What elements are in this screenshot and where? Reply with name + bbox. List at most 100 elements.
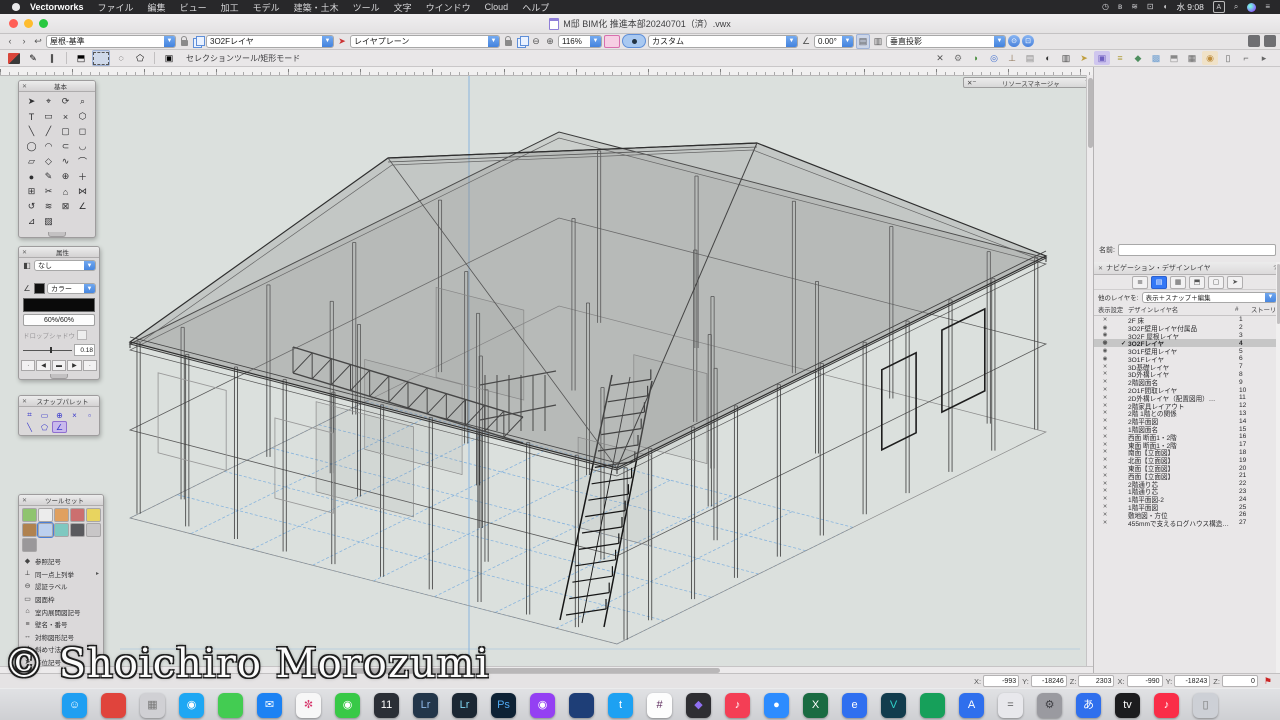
menu-item[interactable]: モデル xyxy=(253,1,280,14)
menu-item[interactable]: Vectorworks xyxy=(30,2,84,12)
pen-icon[interactable]: ∠ xyxy=(22,284,32,293)
resource-manager-titlebar[interactable]: ✕ − リソースマネージャ ? xyxy=(963,77,1086,88)
visibility-icon[interactable]: ✕ xyxy=(1098,481,1112,487)
dock-icon[interactable]: ● xyxy=(764,693,789,718)
dock-icon[interactable]: ▯ xyxy=(1193,693,1218,718)
tool-icon[interactable]: × xyxy=(57,109,74,124)
line-end-marker-button[interactable]: ▬ xyxy=(52,360,66,371)
sheet-layers-tab-icon[interactable]: ▦ xyxy=(1170,276,1186,289)
design-layers-tab-icon[interactable]: ▤ xyxy=(1151,276,1167,289)
palette-header[interactable]: ✕ 属性 xyxy=(19,247,99,258)
toolset-tool[interactable]: ◆ 参照記号 xyxy=(19,555,103,568)
toolset-category-icon[interactable] xyxy=(38,523,53,537)
drop-shadow-checkbox[interactable] xyxy=(77,330,87,340)
apple-menu-icon[interactable] xyxy=(12,3,20,11)
toolbar-icon[interactable]: ◆ xyxy=(1130,51,1146,65)
close-icon[interactable]: ✕ xyxy=(22,398,27,405)
line-thickness-slider[interactable] xyxy=(23,350,72,351)
visibility-icon[interactable]: ✕ xyxy=(1098,488,1112,494)
vertical-scrollbar[interactable] xyxy=(1086,75,1093,666)
snap-icon[interactable]: ╲ xyxy=(22,421,37,433)
dock-icon[interactable]: ◉ xyxy=(530,693,555,718)
dock-icon[interactable]: ◉ xyxy=(335,693,360,718)
visibility-icon[interactable]: ◉ xyxy=(1098,356,1112,362)
visibility-icon[interactable]: ✕ xyxy=(1098,410,1112,416)
tool-icon[interactable]: ◠ xyxy=(40,139,57,154)
column-number[interactable]: # xyxy=(1235,306,1251,313)
tool-icon[interactable]: ⟳ xyxy=(57,94,74,109)
references-tab-icon[interactable]: ➤ xyxy=(1227,276,1243,289)
palette-header[interactable]: ✕ ツールセット xyxy=(19,495,103,506)
wifi-icon[interactable]: ≋ xyxy=(1131,0,1138,14)
visibility-icon[interactable]: ✕ xyxy=(1098,371,1112,377)
line-thickness-value[interactable]: 0.18 xyxy=(74,344,95,356)
coordinate-value[interactable]: -18243 xyxy=(1174,675,1210,687)
pen-color-preview[interactable] xyxy=(23,298,95,312)
close-icon[interactable]: ✕ xyxy=(22,83,27,90)
render-style-icon[interactable]: ⊙ xyxy=(1008,35,1020,47)
menu-item[interactable]: ウインドウ xyxy=(426,1,471,14)
layer-row[interactable]: ✕ 455mmで支えるログハウス構造… 27 xyxy=(1094,519,1280,527)
tool-icon[interactable]: ⊂ xyxy=(57,139,74,154)
pen-style-dropdown[interactable]: カラー▼ xyxy=(47,283,96,294)
toolset-category-icon[interactable] xyxy=(22,508,37,522)
visibility-icon[interactable]: ✕ xyxy=(1098,496,1112,502)
visibility-icon[interactable]: ◉ xyxy=(1098,348,1112,354)
zoom-level-dropdown[interactable]: 116%▼ xyxy=(558,35,602,48)
menu-item[interactable]: 編集 xyxy=(148,1,166,14)
tool-icon[interactable]: ⌖ xyxy=(40,94,57,109)
navigation-header[interactable]: ✕ ナビゲーション・デザインレイヤ ? xyxy=(1094,262,1280,275)
toolbar-icon[interactable]: ▩ xyxy=(1148,51,1164,65)
tool-icon[interactable]: ✎ xyxy=(40,169,57,184)
dock-icon[interactable]: ♪ xyxy=(725,693,750,718)
visibility-icon[interactable]: ◉ xyxy=(1098,325,1112,331)
layer-list-scrollbar[interactable] xyxy=(1276,262,1280,673)
layer-plane-icon[interactable]: ➤ xyxy=(336,35,348,48)
toolset-category-icon[interactable] xyxy=(70,523,85,537)
column-story[interactable]: ストーリ xyxy=(1251,305,1277,314)
visibility-icon[interactable]: ✕ xyxy=(1098,465,1112,471)
alert-flag-icon[interactable]: ⚑ xyxy=(1264,676,1272,687)
line-end-marker-button[interactable]: · xyxy=(21,360,35,371)
dock-icon[interactable]: tv xyxy=(1115,693,1140,718)
visibility-icon[interactable]: ✕ xyxy=(1098,504,1112,510)
layer-view-icon[interactable]: ▥ xyxy=(872,35,884,48)
line-end-marker-button[interactable]: · xyxy=(83,360,97,371)
tool-icon[interactable]: ╲ xyxy=(23,124,40,139)
dock-icon[interactable]: ▦ xyxy=(140,693,165,718)
menu-item[interactable]: Cloud xyxy=(485,2,509,12)
tool-icon[interactable]: ＋ xyxy=(74,169,91,184)
toolbar-icon[interactable]: ≡ xyxy=(1112,51,1128,65)
fit-to-objects-icon[interactable] xyxy=(604,35,620,48)
dock-icon[interactable] xyxy=(101,693,126,718)
toolset-tool[interactable]: ▭ 図面枠 xyxy=(19,593,103,606)
tool-icon[interactable]: ∿ xyxy=(57,154,74,169)
zoom-in-icon[interactable]: ⊕ xyxy=(544,35,556,48)
column-visibility[interactable]: 表示設定 xyxy=(1098,305,1128,314)
polygon-lasso-mode-icon[interactable]: ⬠ xyxy=(132,51,148,65)
toolset-tool[interactable]: ⟂ 同一点上列挙 ▸ xyxy=(19,568,103,581)
drag-mode-icon[interactable]: ▣ xyxy=(161,51,177,65)
toolbar-icon[interactable]: ⬒ xyxy=(1166,51,1182,65)
drawing-canvas[interactable]: ✕ − リソースマネージャ ? xyxy=(0,75,1086,666)
toolset-tool[interactable]: ⌂ 室内展開図記号 xyxy=(19,605,103,618)
tool-icon[interactable]: ◡ xyxy=(74,139,91,154)
visibility-icon[interactable]: ✕ xyxy=(1098,449,1112,455)
dock-icon[interactable] xyxy=(569,693,594,718)
visibility-icon[interactable]: ✕ xyxy=(1098,434,1112,440)
visibility-icon[interactable]: ◉ xyxy=(1098,340,1112,346)
dock-icon[interactable]: 11 xyxy=(374,693,399,718)
name-input[interactable] xyxy=(1118,244,1276,256)
dock-icon[interactable]: X xyxy=(803,693,828,718)
saved-views-tab-icon[interactable]: ▢ xyxy=(1208,276,1224,289)
spotlight-icon[interactable]: ⌕ xyxy=(1234,0,1238,14)
palette-header[interactable]: ✕ 基本 xyxy=(19,81,95,92)
visibility-icon[interactable]: ✕ xyxy=(1098,379,1112,385)
visibility-icon[interactable]: ✕ xyxy=(1098,395,1112,401)
view-visibility-icon[interactable] xyxy=(622,34,646,48)
tool-icon[interactable]: ▱ xyxy=(23,154,40,169)
close-icon[interactable]: ✕ xyxy=(22,249,27,256)
lasso-mode-icon[interactable]: ◌ xyxy=(113,51,129,65)
palette-header[interactable]: ✕ スナップパレット xyxy=(19,396,99,407)
coordinate-value[interactable]: 0 xyxy=(1222,675,1258,687)
